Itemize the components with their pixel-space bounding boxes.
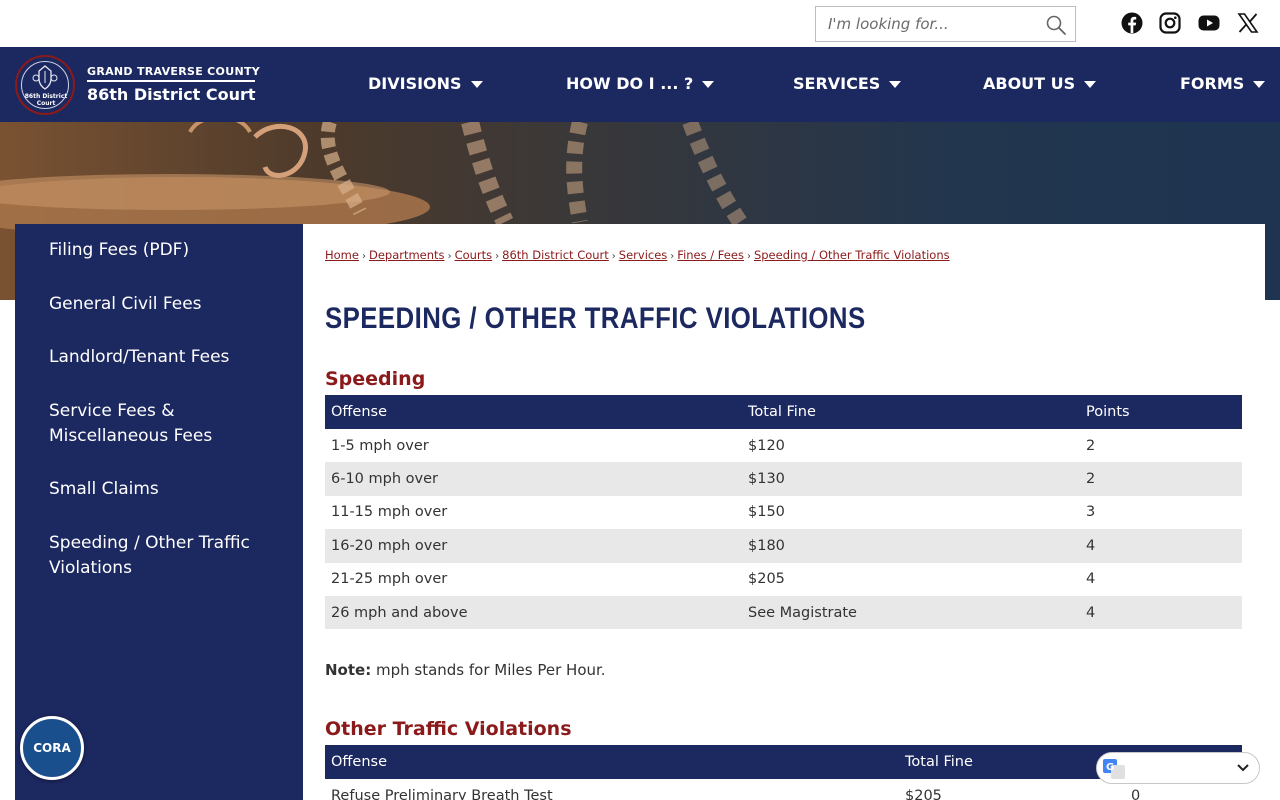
note-label: Note: [325, 661, 372, 679]
fine-cell: $130 [742, 462, 1080, 496]
chevron-down-icon [470, 81, 483, 88]
points-cell: 4 [1080, 529, 1242, 563]
sidebar-menu: Filing Fees (PDF) General Civil Fees Lan… [15, 224, 303, 800]
main-content: Home › Departments › Courts › 86th District Co… [303, 224, 1265, 800]
nav-how-do-i[interactable]: HOW DO I ... ? [566, 74, 715, 93]
chevron-down-icon [1237, 764, 1249, 772]
google-translate-selector[interactable]: G [1096, 752, 1260, 784]
breadcrumb-separator: › [746, 251, 751, 262]
column-header-total-fine: Total Fine [899, 745, 1125, 779]
breadcrumb-services[interactable]: Services [619, 248, 668, 262]
offense-cell: Refuse Preliminary Breath Test [325, 779, 899, 800]
breadcrumb-86th-district-court[interactable]: 86th District Court [502, 248, 609, 262]
nav-services[interactable]: SERVICES [793, 74, 902, 93]
table-row: 6-10 mph over $130 2 [325, 462, 1242, 496]
table-row: 11-15 mph over $150 3 [325, 495, 1242, 530]
nav-about-us[interactable]: ABOUT US [983, 74, 1097, 93]
youtube-icon[interactable] [1198, 12, 1220, 34]
breadcrumb-separator: › [361, 251, 366, 262]
points-cell: 3 [1080, 495, 1242, 530]
offense-cell: 21-25 mph over [325, 562, 742, 596]
column-header-offense: Offense [325, 395, 742, 429]
note-body: mph stands for Miles Per Hour. [371, 661, 606, 679]
offense-cell: 26 mph and above [325, 595, 742, 630]
top-utility-bar [0, 0, 1280, 47]
table-row: 1-5 mph over $120 2 [325, 429, 1242, 463]
site-name-divider [87, 80, 255, 82]
breadcrumb: Home › Departments › Courts › 86th District Co… [325, 248, 950, 262]
column-header-points: Points [1080, 395, 1242, 429]
chevron-down-icon [1253, 81, 1266, 88]
google-translate-icon: G [1103, 759, 1125, 779]
sidebar-item-filing-fees[interactable]: Filing Fees (PDF) [49, 238, 289, 263]
county-name: GRAND TRAVERSE COUNTY [87, 65, 261, 78]
chevron-down-icon [702, 81, 715, 88]
column-header-offense: Offense [325, 745, 899, 779]
nav-divisions[interactable]: DIVISIONS [368, 74, 483, 93]
table-row: 26 mph and above See Magistrate 4 [325, 595, 1242, 630]
fine-cell: See Magistrate [742, 595, 1080, 630]
breadcrumb-separator: › [670, 251, 675, 262]
nav-about-us-label: ABOUT US [983, 74, 1076, 93]
breadcrumb-home[interactable]: Home [325, 248, 359, 262]
table-row: 16-20 mph over $180 4 [325, 529, 1242, 563]
main-navigation: 86th District Court GRAND TRAVERSE COUNT… [0, 47, 1280, 122]
table-header-row: Offense Total Fine Points [325, 395, 1242, 429]
note-text: Note: mph stands for Miles Per Hour. [325, 661, 606, 679]
other-violations-heading: Other Traffic Violations [325, 718, 572, 740]
search-icon[interactable] [1045, 14, 1067, 36]
speeding-fines-table: Offense Total Fine Points 1-5 mph over $… [325, 395, 1242, 630]
svg-text:G: G [1106, 762, 1114, 773]
column-header-total-fine: Total Fine [742, 395, 1080, 429]
chevron-down-icon [1084, 81, 1097, 88]
sidebar-item-service-misc-fees[interactable]: Service Fees & Miscellaneous Fees [49, 399, 289, 449]
breadcrumb-courts[interactable]: Courts [455, 248, 493, 262]
fine-cell: $180 [742, 529, 1080, 563]
seal-text: 86th District Court [24, 93, 68, 107]
sidebar-item-small-claims[interactable]: Small Claims [49, 477, 289, 502]
offense-cell: 11-15 mph over [325, 495, 742, 530]
breadcrumb-fines-fees[interactable]: Fines / Fees [677, 248, 744, 262]
breadcrumb-current-page[interactable]: Speeding / Other Traffic Violations [754, 248, 950, 262]
speeding-heading: Speeding [325, 368, 426, 390]
nav-divisions-label: DIVISIONS [368, 74, 462, 93]
fine-cell: $205 [742, 562, 1080, 596]
fine-cell: $120 [742, 429, 1080, 463]
nav-forms[interactable]: FORMS [1180, 74, 1266, 93]
offense-cell: 6-10 mph over [325, 462, 742, 496]
page-title: SPEEDING / OTHER TRAFFIC VIOLATIONS [325, 302, 866, 335]
fine-cell: $150 [742, 495, 1080, 530]
nav-forms-label: FORMS [1180, 74, 1245, 93]
nav-how-do-i-label: HOW DO I ... ? [566, 74, 694, 93]
breadcrumb-separator: › [495, 251, 500, 262]
sidebar-item-speeding-violations[interactable]: Speeding / Other Traffic Violations [49, 531, 289, 581]
seal-emblem-icon [32, 65, 58, 90]
points-cell: 4 [1080, 562, 1242, 596]
breadcrumb-departments[interactable]: Departments [369, 248, 445, 262]
points-cell: 2 [1080, 462, 1242, 496]
points-cell: 2 [1080, 429, 1242, 463]
court-seal-logo[interactable]: 86th District Court [15, 55, 75, 115]
search-box [815, 6, 1076, 42]
offense-cell: 16-20 mph over [325, 529, 742, 563]
breadcrumb-separator: › [611, 251, 616, 262]
court-name[interactable]: 86th District Court [87, 85, 256, 104]
sidebar-item-landlord-tenant-fees[interactable]: Landlord/Tenant Fees [49, 345, 289, 370]
nav-services-label: SERVICES [793, 74, 881, 93]
offense-cell: 1-5 mph over [325, 429, 742, 463]
chevron-down-icon [889, 81, 902, 88]
breadcrumb-separator: › [447, 251, 452, 262]
points-cell: 4 [1080, 595, 1242, 630]
search-input[interactable] [816, 7, 1036, 41]
cora-chat-button[interactable]: CORA [20, 716, 84, 780]
facebook-icon[interactable] [1121, 12, 1143, 34]
table-row: 21-25 mph over $205 4 [325, 562, 1242, 596]
x-icon[interactable] [1237, 12, 1259, 34]
instagram-icon[interactable] [1159, 12, 1181, 34]
fine-cell: $205 [899, 779, 1125, 800]
sidebar-item-general-civil-fees[interactable]: General Civil Fees [49, 292, 289, 317]
